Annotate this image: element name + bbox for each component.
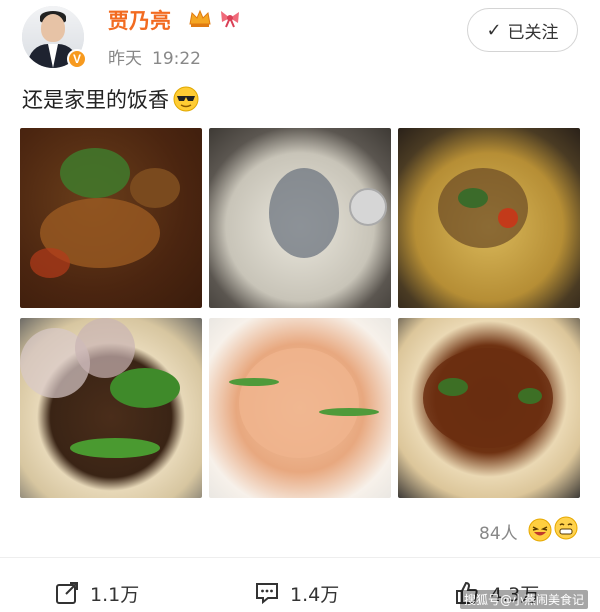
- laughing-emoji-icon: [528, 518, 552, 542]
- fish-soup-photo[interactable]: [209, 128, 391, 308]
- follow-button[interactable]: ✓ 已关注: [467, 8, 578, 52]
- post-meta: 昨天 19:22: [108, 44, 201, 69]
- comment-button[interactable]: 1.4万: [254, 578, 339, 608]
- sunglasses-emoji-icon: [173, 86, 199, 112]
- watermark: 搜狐号@小燕闹美食记: [460, 590, 589, 609]
- fried-shrimp-photo[interactable]: [209, 318, 391, 498]
- stir-fry-photo[interactable]: [398, 128, 580, 308]
- reaction-count[interactable]: 84人: [479, 519, 518, 544]
- share-count: 1.1万: [90, 583, 140, 606]
- braised-dish-photo[interactable]: [20, 128, 202, 308]
- comment-icon: [256, 583, 278, 605]
- saucy-dish-photo[interactable]: [398, 318, 580, 498]
- post-time: 19:22: [152, 49, 201, 69]
- bow-icon: [221, 11, 239, 28]
- comment-count: 1.4万: [290, 583, 340, 606]
- divider: [0, 557, 600, 558]
- verified-badge-icon: V: [67, 49, 87, 69]
- crown-icon: [189, 9, 211, 27]
- gloved-cooking-photo[interactable]: [20, 318, 202, 498]
- username[interactable]: 贾乃亮: [108, 5, 171, 35]
- post-text: 还是家里的饭香: [22, 84, 199, 114]
- grin-emoji-icon: [554, 516, 578, 540]
- check-icon: ✓: [486, 19, 502, 41]
- share-icon: [56, 582, 78, 604]
- follow-label: 已关注: [507, 22, 559, 43]
- post-text-content: 还是家里的饭香: [22, 88, 169, 112]
- share-button[interactable]: 1.1万: [54, 578, 139, 608]
- time-label: 昨天: [108, 49, 142, 69]
